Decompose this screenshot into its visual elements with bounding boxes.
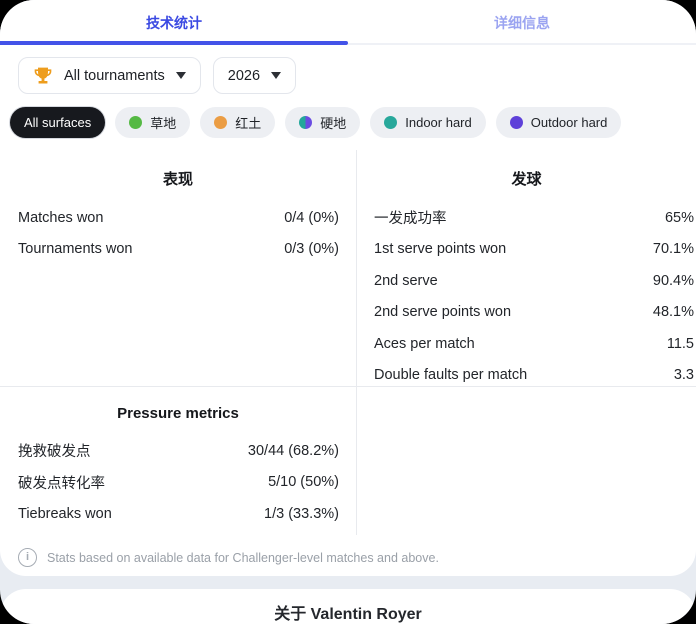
chevron-down-icon	[176, 72, 186, 79]
chip-grass[interactable]: 草地	[115, 107, 190, 138]
tournament-dropdown[interactable]: All tournaments	[18, 57, 201, 94]
stat-label: Tournaments won	[18, 241, 132, 257]
stat-value: 90.4%	[653, 273, 694, 289]
tab-bar: 技术统计 详细信息	[0, 0, 696, 45]
pressure-section: Pressure metrics 挽救破发点 30/44 (68.2%) 破发点…	[0, 386, 357, 535]
filter-controls: All tournaments 2026	[0, 45, 696, 94]
stat-value: 11.5	[667, 336, 694, 352]
info-icon: i	[18, 548, 37, 567]
performance-section: 表现 Matches won 0/4 (0%) Tournaments won …	[0, 150, 357, 386]
stat-row: 1st serve points won 70.1%	[357, 234, 696, 266]
stat-value: 48.1%	[653, 304, 694, 320]
stat-label: 一发成功率	[374, 207, 447, 228]
chip-label: All surfaces	[24, 115, 91, 130]
about-card: 关于 Valentin Royer	[0, 589, 696, 624]
stat-row: Matches won 0/4 (0%)	[0, 202, 356, 234]
stat-label: Double faults per match	[374, 367, 527, 383]
stat-label: 挽救破发点	[18, 440, 91, 461]
stat-label: 2nd serve points won	[374, 304, 511, 320]
stat-value: 1/3 (33.3%)	[264, 506, 339, 522]
year-dropdown[interactable]: 2026	[213, 57, 296, 94]
stat-value: 3.3	[674, 367, 694, 383]
chip-label: 草地	[150, 113, 176, 132]
stat-value: 0/4 (0%)	[284, 210, 339, 226]
chip-label: 红土	[235, 113, 261, 132]
year-dropdown-value: 2026	[228, 68, 260, 84]
chip-indoor-hard[interactable]: Indoor hard	[370, 107, 486, 138]
surface-filter-chips: All surfaces 草地 红土 硬地 Indoor hard Outdoo…	[0, 107, 696, 138]
stat-row: 2nd serve points won 48.1%	[357, 297, 696, 329]
stat-row: Aces per match 11.5	[357, 328, 696, 360]
stat-row: Tournaments won 0/3 (0%)	[0, 234, 356, 266]
grass-dot-icon	[129, 116, 142, 129]
chip-hard[interactable]: 硬地	[285, 107, 360, 138]
trophy-icon	[33, 66, 53, 86]
chip-clay[interactable]: 红土	[200, 107, 275, 138]
stat-label: Tiebreaks won	[18, 506, 112, 522]
pressure-section-title: Pressure metrics	[0, 405, 356, 422]
stat-row: 挽救破发点 30/44 (68.2%)	[0, 435, 356, 467]
chevron-down-icon	[271, 72, 281, 79]
stat-value: 70.1%	[653, 241, 694, 257]
stat-value: 5/10 (50%)	[268, 474, 339, 490]
stat-value: 0/3 (0%)	[284, 241, 339, 257]
outdoor-hard-dot-icon	[510, 116, 523, 129]
clay-dot-icon	[214, 116, 227, 129]
tab-label: 技术统计	[146, 13, 202, 33]
chip-outdoor-hard[interactable]: Outdoor hard	[496, 107, 622, 138]
tab-technical-stats[interactable]: 技术统计	[0, 0, 348, 45]
serve-section: 发球 一发成功率 65% 1st serve points won 70.1% …	[357, 150, 696, 386]
hard-dot-icon	[299, 116, 312, 129]
stat-value: 65%	[665, 210, 694, 226]
stats-grid: 表现 Matches won 0/4 (0%) Tournaments won …	[0, 150, 696, 535]
stat-label: 1st serve points won	[374, 241, 506, 257]
about-title: 关于 Valentin Royer	[0, 589, 696, 624]
stat-value: 30/44 (68.2%)	[248, 443, 339, 459]
stat-label: Matches won	[18, 210, 103, 226]
chip-all-surfaces[interactable]: All surfaces	[10, 107, 105, 138]
tab-label: 详细信息	[494, 13, 550, 33]
stat-row: 2nd serve 90.4%	[357, 265, 696, 297]
chip-label: 硬地	[320, 113, 346, 132]
app-window: 技术统计 详细信息 All tournaments 2026	[0, 0, 696, 624]
chip-label: Outdoor hard	[531, 115, 608, 130]
stats-card: 技术统计 详细信息 All tournaments 2026	[0, 0, 696, 576]
performance-section-title: 表现	[0, 168, 356, 189]
stat-row: 破发点转化率 5/10 (50%)	[0, 467, 356, 499]
stat-row: Double faults per match 3.3	[357, 360, 696, 387]
stats-disclaimer: i Stats based on available data for Chal…	[0, 535, 696, 576]
card-gap	[0, 576, 696, 589]
stat-row: Tiebreaks won 1/3 (33.3%)	[0, 498, 356, 530]
chip-label: Indoor hard	[405, 115, 472, 130]
tab-detailed-info[interactable]: 详细信息	[348, 0, 696, 45]
indoor-hard-dot-icon	[384, 116, 397, 129]
disclaimer-text: Stats based on available data for Challe…	[47, 551, 439, 565]
stat-label: 2nd serve	[374, 273, 438, 289]
stat-label: 破发点转化率	[18, 472, 105, 493]
serve-section-title: 发球	[357, 168, 696, 189]
stat-row: 一发成功率 65%	[357, 202, 696, 234]
stat-label: Aces per match	[374, 336, 475, 352]
tournament-dropdown-value: All tournaments	[64, 68, 165, 84]
empty-cell	[357, 386, 696, 535]
